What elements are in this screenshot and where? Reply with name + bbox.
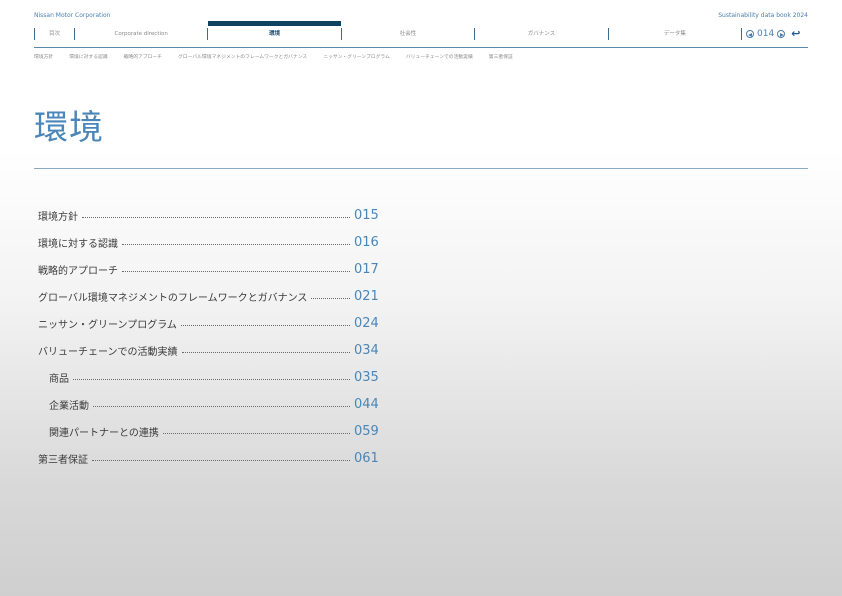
toc-page-number: 021 xyxy=(354,289,379,304)
toc-label: 環境方針 xyxy=(38,212,78,223)
toc-label: 関連パートナーとの連携 xyxy=(49,428,159,439)
subnav-item[interactable]: ニッサン・グリーンプログラム xyxy=(323,53,390,60)
toc-leader xyxy=(92,460,350,461)
toc-page-number: 059 xyxy=(354,424,379,439)
toc-leader xyxy=(122,271,350,272)
prev-page-icon[interactable] xyxy=(746,30,754,38)
toc-page-number: 015 xyxy=(354,208,379,223)
toc-label: バリューチェーンでの活動実績 xyxy=(38,347,178,358)
main-nav: 目次 Corporate direction 環境 社会性 ガバナンス データ集 xyxy=(34,28,741,40)
toc-leader xyxy=(181,352,350,353)
nav-divider xyxy=(34,47,808,48)
nav-item-social[interactable]: 社会性 xyxy=(340,28,474,40)
nav-item-governance[interactable]: ガバナンス xyxy=(474,28,607,40)
toc-label: ニッサン・グリーンプログラム xyxy=(38,320,177,331)
toc-entry[interactable]: 戦略的アプローチ 017 xyxy=(38,256,384,283)
toc-leader xyxy=(311,298,350,299)
toc-page-number: 035 xyxy=(354,370,379,385)
toc-entry[interactable]: バリューチェーンでの活動実績 034 xyxy=(38,337,384,364)
nav-item-corporate-direction[interactable]: Corporate direction xyxy=(74,28,207,40)
page-pager: 014 ↩ xyxy=(741,28,808,40)
toc-entry[interactable]: ニッサン・グリーンプログラム 024 xyxy=(38,310,384,337)
toc-label: 企業活動 xyxy=(49,401,89,412)
nav-item-contents[interactable]: 目次 xyxy=(34,28,74,40)
toc-page-number: 034 xyxy=(354,343,379,358)
toc-entry[interactable]: 環境方針 015 xyxy=(38,202,384,229)
toc-label: 商品 xyxy=(49,374,69,385)
toc-entry[interactable]: 第三者保証 061 xyxy=(38,445,384,472)
subnav-item[interactable]: 環境方針 xyxy=(34,53,53,60)
nav-item-data[interactable]: データ集 xyxy=(607,28,741,40)
toc-page-number: 061 xyxy=(354,451,379,466)
subnav-item[interactable]: グローバル環境マネジメントのフレームワークとガバナンス xyxy=(178,53,307,60)
return-icon[interactable]: ↩ xyxy=(791,28,800,39)
active-tab-indicator xyxy=(208,21,341,26)
toc-leader xyxy=(162,433,350,434)
title-divider xyxy=(34,168,808,169)
subnav-item[interactable]: 環境に対する認識 xyxy=(69,53,107,60)
toc-leader xyxy=(122,244,350,245)
sub-nav: 環境方針 環境に対する認識 戦略的アプローチ グローバル環境マネジメントのフレー… xyxy=(34,53,529,60)
brand-name: Nissan Motor Corporation xyxy=(34,12,111,19)
toc-page-number: 024 xyxy=(354,316,379,331)
toc-leader xyxy=(73,379,350,380)
toc-leader xyxy=(180,325,350,326)
next-page-icon[interactable] xyxy=(777,30,786,38)
page-number: 014 xyxy=(757,29,775,39)
nav-item-environment[interactable]: 環境 xyxy=(207,28,340,40)
subnav-item[interactable]: バリューチェーンでの活動実績 xyxy=(406,53,473,60)
toc-subentry[interactable]: 商品 035 xyxy=(38,364,384,391)
table-of-contents: 環境方針 015 環境に対する認識 016 戦略的アプローチ 017 グローバル… xyxy=(38,202,384,472)
toc-label: 第三者保証 xyxy=(38,455,88,466)
subnav-item[interactable]: 第三者保証 xyxy=(489,53,513,60)
toc-page-number: 017 xyxy=(354,262,379,277)
toc-page-number: 044 xyxy=(354,397,379,412)
toc-label: 戦略的アプローチ xyxy=(38,266,118,277)
toc-leader xyxy=(93,406,350,407)
toc-label: グローバル環境マネジメントのフレームワークとガバナンス xyxy=(38,293,308,304)
toc-leader xyxy=(82,217,350,218)
report-title: Sustainability data book 2024 xyxy=(718,12,808,19)
toc-subentry[interactable]: 企業活動 044 xyxy=(38,391,384,418)
page-title: 環境 xyxy=(34,108,104,148)
toc-entry[interactable]: 環境に対する認識 016 xyxy=(38,229,384,256)
toc-subentry[interactable]: 関連パートナーとの連携 059 xyxy=(38,418,384,445)
subnav-item[interactable]: 戦略的アプローチ xyxy=(124,53,162,60)
toc-entry[interactable]: グローバル環境マネジメントのフレームワークとガバナンス 021 xyxy=(38,283,384,310)
toc-label: 環境に対する認識 xyxy=(38,239,118,250)
toc-page-number: 016 xyxy=(354,235,379,250)
